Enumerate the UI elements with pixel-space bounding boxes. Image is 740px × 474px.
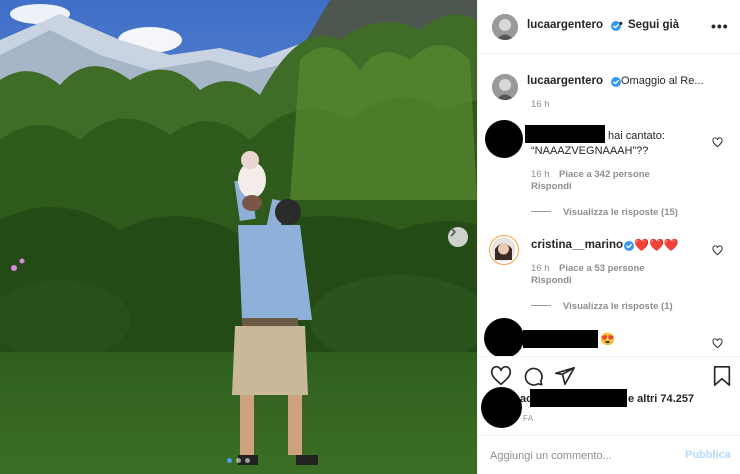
commenter-avatar-image xyxy=(491,237,516,262)
caption-avatar-image xyxy=(492,74,518,100)
redacted-avatar xyxy=(481,387,522,428)
author-username[interactable]: lucaargentero xyxy=(527,19,603,31)
redacted-avatar xyxy=(484,318,524,356)
bookmark-icon[interactable] xyxy=(712,365,732,387)
likes-count[interactable]: e altri 74.257 xyxy=(628,393,694,405)
post-time-ago[interactable]: FA xyxy=(523,414,533,423)
separator-dot: • xyxy=(619,18,623,30)
carousel-dot xyxy=(245,458,250,463)
chevron-right-icon xyxy=(450,227,456,237)
author-avatar[interactable] xyxy=(492,14,518,40)
comments-list: lucaargentero Omaggio al Re... 16 h hai … xyxy=(478,55,740,356)
add-comment-bar: Pubblica xyxy=(478,435,740,474)
post-side-panel: lucaargentero • Segui già ••• lucaargent… xyxy=(477,0,740,474)
comment-time[interactable]: 16 h xyxy=(531,263,550,274)
heart-icon[interactable] xyxy=(490,365,512,387)
post-actions: ac e altri 74.257 FA xyxy=(478,356,740,436)
more-options-icon[interactable]: ••• xyxy=(711,18,729,34)
carousel-dot xyxy=(227,458,232,463)
comment-time[interactable]: 16 h xyxy=(531,169,550,180)
thread-line xyxy=(531,211,551,212)
comment-icon[interactable] xyxy=(522,365,544,387)
add-comment-input[interactable] xyxy=(490,447,680,465)
comment-text: ❤️❤️❤️ xyxy=(634,238,679,252)
commenter-username[interactable]: cristina__marino xyxy=(531,239,623,251)
comment-reply-link[interactable]: Rispondi xyxy=(531,275,572,286)
caption-author-avatar[interactable] xyxy=(492,74,518,100)
redacted-liker-name xyxy=(530,389,627,407)
follow-status-button[interactable]: Segui già xyxy=(628,19,679,31)
share-icon[interactable] xyxy=(554,365,576,387)
comment-like-heart-icon[interactable] xyxy=(712,137,723,148)
comment-likes[interactable]: Piace a 53 persone xyxy=(559,263,645,274)
redacted-avatar xyxy=(485,120,523,158)
verified-badge-icon xyxy=(611,77,621,87)
author-avatar-image xyxy=(492,14,518,40)
thread-line xyxy=(531,305,551,306)
comment-text: 😍 xyxy=(600,332,615,346)
post-photo-scene xyxy=(0,0,477,474)
post-header: lucaargentero • Segui già ••• xyxy=(478,0,740,54)
caption-text: Omaggio al Re... xyxy=(621,75,704,87)
view-replies-label: Visualizza le risposte (15) xyxy=(563,207,678,218)
comment-text-line2: “NAAAZVEGNAAAH”?? xyxy=(531,145,649,157)
commenter-avatar[interactable] xyxy=(489,235,519,265)
view-replies-link[interactable]: Visualizza le risposte (1) xyxy=(531,301,673,312)
comment-like-heart-icon[interactable] xyxy=(712,338,723,349)
redacted-username xyxy=(523,330,598,348)
comment-like-heart-icon[interactable] xyxy=(712,245,723,256)
post-photo[interactable] xyxy=(0,0,477,474)
caption-author-username[interactable]: lucaargentero xyxy=(527,75,603,87)
carousel-next-button[interactable] xyxy=(448,227,468,247)
comment-likes[interactable]: Piace a 342 persone xyxy=(559,169,650,180)
view-replies-label: Visualizza le risposte (1) xyxy=(563,301,673,312)
carousel-dot xyxy=(236,458,241,463)
carousel-indicator xyxy=(227,458,250,463)
view-replies-link[interactable]: Visualizza le risposte (15) xyxy=(531,207,678,218)
publish-button[interactable]: Pubblica xyxy=(685,449,731,461)
verified-badge-icon xyxy=(624,241,634,251)
redacted-username xyxy=(525,125,605,143)
comment-text-line1: hai cantato: xyxy=(608,130,665,142)
caption-time[interactable]: 16 h xyxy=(531,99,550,110)
comment-reply-link[interactable]: Rispondi xyxy=(531,181,572,192)
